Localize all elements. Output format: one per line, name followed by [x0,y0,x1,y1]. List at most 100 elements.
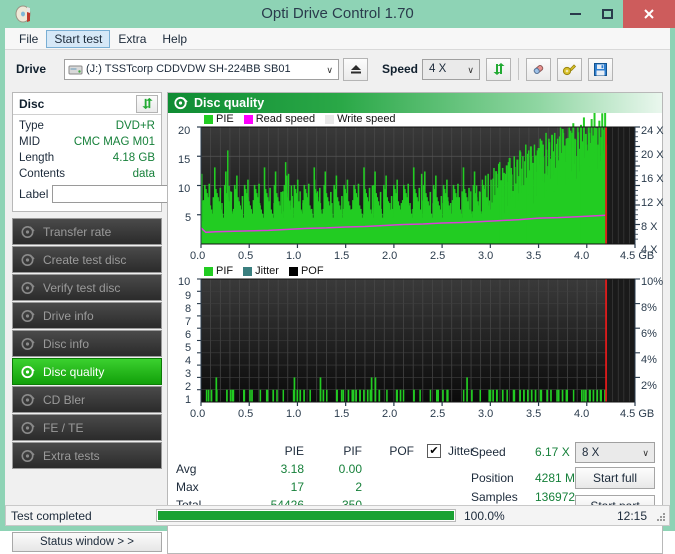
sidebar-item-label: Disc quality [43,364,105,379]
maximize-button[interactable] [591,0,623,28]
disc-label-row: Label [13,182,257,204]
pif-chart-canvas [197,278,640,406]
drive-toolbar: Drive (J:) TSSTcorp CDDVDW SH-224BB SB01… [5,50,670,88]
sidebar-item-label: FE / TE [43,420,84,435]
tools-button[interactable] [557,57,582,81]
disc-row-length: Length 4.18 GB [13,150,161,166]
menu-item-file[interactable]: File [11,30,46,48]
disc-icon [21,365,35,379]
pif-chart: PIF Jitter POF 10 9 8 7 6 5 4 3 2 1 10% … [168,265,663,425]
progress-bar [156,509,456,522]
legend-swatch-pof [288,266,298,276]
samples-label: Samples [471,490,518,504]
pif-xtick-0: 0.0 [190,408,206,420]
sidebar-item-label: Disc info [43,336,90,351]
disc-icon [21,449,35,463]
jitter-checkbox[interactable]: ✔ [427,444,441,458]
sidebar-item-label: Verify test disc [43,280,121,295]
menu-item-start-test[interactable]: Start test [46,29,111,48]
content-title: Disc quality [194,96,265,110]
sidebar-item-create-test-disc[interactable]: Create test disc [12,246,162,273]
pie-xtick-1: 0.5 [238,250,254,262]
minimize-button[interactable] [559,0,591,28]
pie-xtick-4: 2.0 [382,250,398,262]
stats-header-pie: PIE [284,444,304,458]
legend-item-pie: PIE [204,113,234,125]
menu-item-extra[interactable]: Extra [110,30,154,48]
status-bar: Test completed 100.0% 12:15 [5,505,670,526]
pif-xtick-8: 4.0 [574,408,590,420]
speed-value: 4 X [429,63,447,75]
disc-mid-value: CMC MAG M01 [73,136,155,148]
stats-row-avg-label: Avg [176,462,197,476]
legend-item-write-speed: Write speed [325,113,396,125]
stats-pie-avg: 3.18 [280,462,304,476]
disc-icon [21,393,35,407]
sidebar-item-fe-te[interactable]: FE / TE [12,414,162,441]
status-message: Test completed [11,508,92,523]
sidebar-item-disc-quality[interactable]: Disc quality [12,358,162,385]
progress-percent: 100.0% [464,508,505,523]
disc-panel-title: Disc [19,96,45,111]
sidebar-item-drive-info[interactable]: Drive info [12,302,162,329]
stats-row-max-label: Max [176,480,199,494]
erase-button[interactable] [526,57,551,81]
sidebar-item-transfer-rate[interactable]: Transfer rate [12,218,162,245]
disc-contents-value: data [132,168,155,180]
legend-label-pof: POF [300,265,324,277]
pie-xtick-7: 3.5 [526,250,542,262]
pie-chart-legend: PIE Read speed Write speed [204,113,403,125]
disc-icon [21,281,35,295]
close-button[interactable] [623,0,675,28]
progress-fill [158,511,454,520]
pie-xtick-2: 1.0 [286,250,302,262]
refresh-icon [493,63,504,75]
disc-row-type: Type DVD+R [13,118,161,134]
sidebar-item-label: Extra tests [43,448,100,463]
speed-readout-value: 6.17 X [535,445,570,459]
stats-header-pof: POF [389,444,414,458]
disc-contents-label: Contents [19,168,66,180]
disc-type-value: DVD+R [115,120,155,132]
check-icon: ✔ [429,444,439,457]
disc-refresh-button[interactable] [136,94,158,113]
legend-label-pie: PIE [216,113,234,125]
pif-xtick-7: 3.5 [526,408,542,420]
save-icon [594,62,607,76]
stats-pif-avg: 0.00 [338,462,362,476]
refresh-button[interactable] [486,57,511,81]
legend-label-read-speed: Read speed [255,113,316,125]
client-area: Drive (J:) TSSTcorp CDDVDW SH-224BB SB01… [5,50,670,554]
menu-item-help[interactable]: Help [154,30,195,48]
disc-icon [174,96,188,110]
stats-pie-max: 17 [290,480,304,494]
save-button[interactable] [588,57,613,81]
disc-icon [21,421,35,435]
eject-icon [350,65,361,74]
sidebar-item-disc-info[interactable]: Disc info [12,330,162,357]
pie-chart: PIE Read speed Write speed 20 15 10 5 24… [168,113,664,268]
legend-label-pif: PIF [216,265,234,277]
status-window-button[interactable]: Status window > > [12,532,162,552]
pie-xtick-3: 1.5 [334,250,350,262]
resize-grip-icon[interactable] [656,512,666,522]
test-speed-value: 8 X [582,446,600,459]
test-speed-select[interactable]: 8 X ∨ [575,442,655,463]
disc-info-panel: Disc Type DVD+R MID CMC MAG M01 Length 4… [12,92,257,212]
maximize-icon [601,9,613,19]
stats-header-pif: PIF [343,444,362,458]
sidebar-item-cd-bler[interactable]: CD Bler [12,386,162,413]
chevron-down-icon: ∨ [467,64,474,75]
disc-panel-header: Disc [13,93,161,115]
stats-pif-max: 2 [355,480,362,494]
start-full-button[interactable]: Start full [575,467,655,489]
eject-button[interactable] [343,57,368,81]
content-header: Disc quality [168,93,662,113]
drive-select[interactable]: (J:) TSSTcorp CDDVDW SH-224BB SB01 ∨ [64,58,339,80]
sidebar-item-extra-tests[interactable]: Extra tests [12,442,162,469]
speed-select[interactable]: 4 X ∨ [422,58,480,80]
sidebar-item-verify-test-disc[interactable]: Verify test disc [12,274,162,301]
erase-icon [533,64,544,74]
app-window: Opti Drive Control 1.70 File Start test … [0,0,675,554]
disc-icon [21,253,35,267]
